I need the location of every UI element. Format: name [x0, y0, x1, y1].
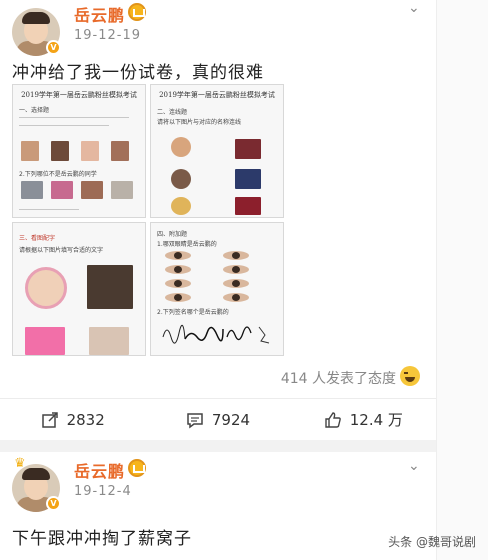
signature-samples — [162, 324, 270, 344]
post-text: 冲冲给了我一份试卷，真的很难 — [12, 63, 264, 83]
comment-icon — [187, 412, 203, 428]
weibo-post-card: ♛ V 岳云鹏 19-12-4 ⌄ 下午跟冲冲掏了薪窝子 — [0, 452, 436, 560]
post-action-bar: 2832 7924 12.4 万 — [0, 398, 436, 440]
exam-question: 2.下列签名哪个是岳云鹏的 — [157, 309, 229, 316]
exam-image-2[interactable]: 2019学年第一届岳云鹏粉丝模拟考试 二、连线题 请将以下图片与对应的名称连线 — [150, 84, 284, 218]
reaction-count[interactable]: 414 人发表了态度 — [281, 368, 396, 388]
verified-icon: V — [46, 496, 61, 511]
exam-title: 2019学年第一届岳云鹏粉丝模拟考试 — [21, 91, 137, 99]
author-name[interactable]: 岳云鹏 — [74, 2, 125, 26]
more-options-icon[interactable]: ⌄ — [408, 458, 420, 474]
vip-crown-icon — [128, 3, 146, 21]
exam-section: 二、连线题 — [157, 109, 188, 116]
share-icon — [41, 411, 58, 428]
share-button[interactable]: 2832 — [0, 399, 145, 440]
author-name[interactable]: 岳云鹏 — [74, 458, 125, 482]
exam-title: 2019学年第一届岳云鹏粉丝模拟考试 — [159, 91, 275, 99]
verified-icon: V — [46, 40, 61, 55]
share-count: 2832 — [66, 410, 105, 429]
comment-count: 7924 — [211, 410, 251, 429]
exam-image-1[interactable]: 2019学年第一届岳云鹏粉丝模拟考试 一、选择题 2.下列哪位不是岳云鹏的同学 — [12, 84, 146, 218]
exam-image-4[interactable]: 四、附加题 1.哪双眼睛是岳云鹏的 2.下列签名哪个是岳云鹏的 — [150, 222, 284, 356]
weibo-post-card: V 岳云鹏 19-12-19 ⌄ 冲冲给了我一份试卷，真的很难 2019学年第一… — [0, 0, 436, 440]
exam-section: 三、看图配字 — [19, 235, 56, 242]
post-date: 19-12-19 — [74, 28, 142, 43]
exam-section: 一、选择题 — [19, 107, 50, 114]
exam-question: 请根据以下图片填写合适的文字 — [19, 247, 104, 254]
like-count: 12.4 万 — [349, 411, 403, 429]
exam-question: 请将以下图片与对应的名称连线 — [157, 119, 242, 126]
exam-section: 四、附加题 — [157, 231, 188, 238]
thumbs-up-icon — [325, 411, 341, 428]
exam-question: 1.哪双眼睛是岳云鹏的 — [157, 241, 217, 248]
exam-image-3[interactable]: 三、看图配字 请根据以下图片填写合适的文字 — [12, 222, 146, 356]
post-divider — [0, 440, 436, 452]
comment-button[interactable]: 7924 — [145, 399, 290, 440]
watermark: 头条 @魏哥说剧 — [388, 535, 476, 549]
exam-question: 2.下列哪位不是岳云鹏的同学 — [19, 171, 97, 178]
vip-crown-icon — [128, 459, 146, 477]
laugh-emoji-icon — [400, 366, 420, 386]
post-text: 下午跟冲冲掏了薪窝子 — [12, 529, 192, 549]
more-options-icon[interactable]: ⌄ — [408, 0, 420, 16]
like-button[interactable]: 12.4 万 — [291, 399, 436, 440]
post-date: 19-12-4 — [74, 484, 132, 499]
side-panel — [436, 0, 488, 560]
